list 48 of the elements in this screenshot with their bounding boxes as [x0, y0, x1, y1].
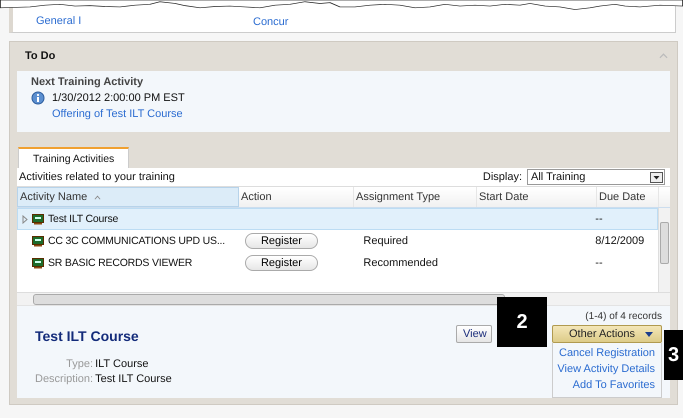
column-header[interactable]: Activity Name	[17, 187, 239, 207]
due-date: --	[595, 213, 603, 225]
table-row[interactable]: CC 3C COMMUNICATIONS UPD US... Register Required 8/12/2009	[17, 230, 658, 252]
record-count: (1-4) of 4 records	[585, 311, 662, 322]
callout-badge: 3	[664, 330, 683, 380]
assignment-type: Required	[363, 235, 408, 247]
activity-name: Test ILT Course	[48, 213, 118, 225]
view-button[interactable]: View	[456, 325, 492, 343]
panel-title: To Do	[25, 50, 56, 62]
table-row[interactable]: SR BASIC RECORDS VIEWER Register Recommended --	[17, 252, 658, 274]
other-actions-button[interactable]: Other Actions	[552, 325, 662, 343]
display-label: Display:	[482, 171, 522, 183]
field-label: Description:	[35, 373, 94, 385]
board-icon	[32, 214, 44, 224]
display-dropdown[interactable]: All Training	[527, 169, 665, 185]
menu-item[interactable]: View Activity Details	[557, 363, 655, 375]
table-row[interactable]: Test ILT Course --	[17, 208, 658, 230]
assignment-type: Recommended	[363, 257, 438, 269]
column-header[interactable]: Due Date	[597, 187, 659, 207]
column-header[interactable]: Assignment Type	[354, 187, 477, 207]
tab[interactable]: Training Activities	[18, 147, 130, 168]
callout-badge: 2	[497, 297, 547, 347]
next-activity-heading: Next Training Activity	[31, 76, 144, 88]
activity-name: CC 3C COMMUNICATIONS UPD US...	[48, 235, 225, 247]
field-value: Test ILT Course	[95, 373, 172, 385]
register-button[interactable]: Register	[244, 233, 318, 249]
offering-link[interactable]: Offering of Test ILT Course	[52, 108, 183, 120]
vertical-scrollbar[interactable]	[658, 208, 670, 292]
field-label: Type:	[65, 358, 94, 370]
activity-name: SR BASIC RECORDS VIEWER	[48, 257, 192, 269]
due-date: 8/12/2009	[595, 235, 644, 247]
due-date: --	[595, 257, 603, 269]
caret-icon	[645, 332, 653, 336]
general-link[interactable]: General I	[36, 15, 82, 27]
field-value: ILT Course	[95, 358, 150, 370]
concur-link[interactable]: Concur	[253, 16, 288, 28]
register-button[interactable]: Register	[244, 255, 318, 271]
board-icon	[32, 236, 44, 246]
column-header[interactable]: Action	[239, 187, 354, 207]
next-activity-datetime: 1/30/2012 2:00:00 PM EST	[52, 92, 185, 104]
info-icon	[31, 90, 45, 105]
caption: Activities related to your training	[19, 171, 175, 183]
activity-title: Test ILT Course	[35, 328, 140, 344]
expand-icon[interactable]	[22, 214, 28, 224]
column-header[interactable]: Start Date	[477, 187, 597, 207]
menu-item[interactable]: Add To Favorites	[572, 379, 655, 391]
menu-item[interactable]: Cancel Registration	[559, 347, 655, 359]
board-icon	[32, 258, 44, 268]
